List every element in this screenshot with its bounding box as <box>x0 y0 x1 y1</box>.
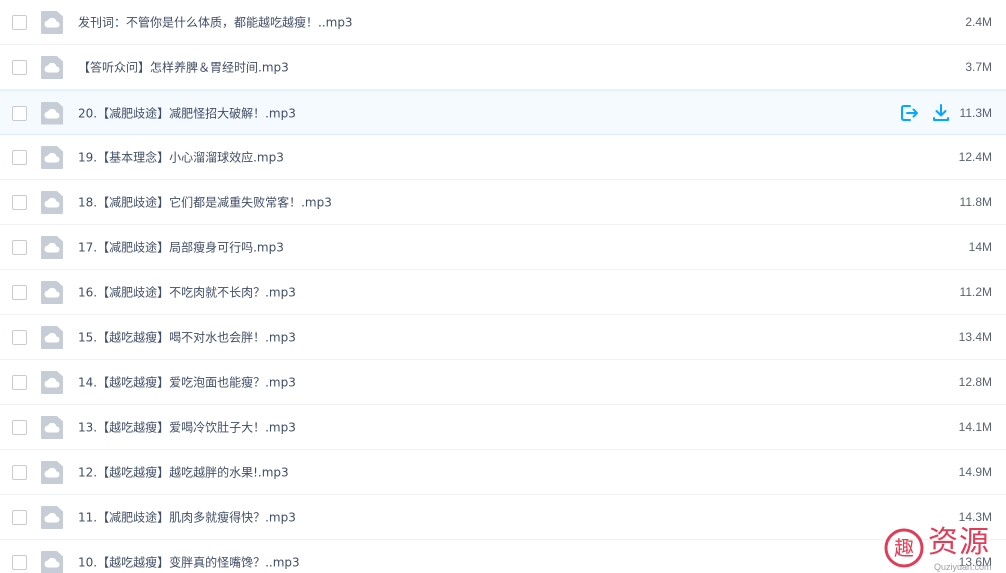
file-list: 发刊词：不管你是什么体质，都能越吃越瘦！..mp3 2.4M 【答听众问】怎样养… <box>0 0 1006 573</box>
file-name[interactable]: 19.【基本理念】小心溜溜球效应.mp3 <box>78 149 284 166</box>
row-checkbox[interactable] <box>12 330 27 345</box>
file-row[interactable]: 19.【基本理念】小心溜溜球效应.mp3 12.4M <box>0 135 1006 180</box>
file-size: 14.1M <box>958 420 992 434</box>
file-size: 11.8M <box>959 195 992 209</box>
row-checkbox[interactable] <box>12 195 27 210</box>
file-size: 14.3M <box>958 510 992 524</box>
row-checkbox[interactable] <box>12 15 27 30</box>
row-checkbox[interactable] <box>12 285 27 300</box>
row-checkbox[interactable] <box>12 60 27 75</box>
file-name[interactable]: 14.【越吃越瘦】爱吃泡面也能瘦？.mp3 <box>78 374 296 391</box>
audio-file-icon <box>41 416 63 439</box>
file-name[interactable]: 10.【越吃越瘦】变胖真的怪嘴馋？..mp3 <box>78 554 300 571</box>
watermark-logo-char: 趣 <box>894 536 914 560</box>
download-icon[interactable] <box>931 103 951 123</box>
file-row[interactable]: 16.【减肥歧途】不吃肉就不长肉？.mp3 11.2M <box>0 270 1006 315</box>
file-name[interactable]: 17.【减肥歧途】局部瘦身可行吗.mp3 <box>78 239 284 256</box>
file-size: 11.2M <box>959 285 992 299</box>
watermark: 趣 资源 Quziyuan.com <box>884 526 1006 573</box>
audio-file-icon <box>41 11 63 34</box>
file-size: 11.3M <box>959 105 992 120</box>
row-checkbox[interactable] <box>12 420 27 435</box>
file-row[interactable]: 15.【越吃越瘦】喝不对水也会胖！.mp3 13.4M <box>0 315 1006 360</box>
file-list-page: 发刊词：不管你是什么体质，都能越吃越瘦！..mp3 2.4M 【答听众问】怎样养… <box>0 0 1006 573</box>
file-row[interactable]: 17.【减肥歧途】局部瘦身可行吗.mp3 14M <box>0 225 1006 270</box>
row-checkbox[interactable] <box>12 105 27 121</box>
row-checkbox[interactable] <box>12 510 27 525</box>
file-row[interactable]: 14.【越吃越瘦】爱吃泡面也能瘦？.mp3 12.8M <box>0 360 1006 405</box>
file-size: 14M <box>968 240 992 254</box>
file-row-hovered[interactable]: 20.【减肥歧途】减肥怪招大破解！.mp3 11.3M <box>0 90 1006 135</box>
file-size: 13.4M <box>958 330 992 344</box>
watermark-logo-icon: 趣 <box>884 528 924 568</box>
file-name[interactable]: 11.【减肥歧途】肌肉多就瘦得快？.mp3 <box>78 509 296 526</box>
file-name[interactable]: 【答听众问】怎样养脾＆胃经时间.mp3 <box>78 59 289 76</box>
share-out-icon[interactable] <box>899 103 919 123</box>
audio-file-icon <box>41 461 63 484</box>
audio-file-icon <box>41 326 63 349</box>
audio-file-icon <box>41 371 63 394</box>
audio-file-icon <box>41 146 63 169</box>
audio-file-icon <box>41 281 63 304</box>
watermark-text: 资源 <box>928 525 990 560</box>
audio-file-icon <box>41 506 63 529</box>
audio-file-icon <box>41 551 63 573</box>
audio-file-icon <box>41 236 63 259</box>
row-checkbox[interactable] <box>12 555 27 570</box>
file-name[interactable]: 18.【减肥歧途】它们都是减重失败常客！.mp3 <box>78 194 332 211</box>
watermark-subtext: Quziyuan.com <box>934 562 992 572</box>
file-size: 12.4M <box>958 150 992 164</box>
file-name[interactable]: 13.【越吃越瘦】爱喝冷饮肚子大！.mp3 <box>78 419 296 436</box>
audio-file-icon <box>41 56 63 79</box>
file-name[interactable]: 16.【减肥歧途】不吃肉就不长肉？.mp3 <box>78 284 296 301</box>
row-checkbox[interactable] <box>12 465 27 480</box>
row-actions <box>899 103 963 123</box>
audio-file-icon <box>41 191 63 214</box>
file-size: 2.4M <box>965 15 992 29</box>
file-row[interactable]: 10.【越吃越瘦】变胖真的怪嘴馋？..mp3 13.6M <box>0 540 1006 573</box>
file-name[interactable]: 12.【越吃越瘦】越吃越胖的水果!.mp3 <box>78 464 289 481</box>
row-checkbox[interactable] <box>12 150 27 165</box>
file-name[interactable]: 15.【越吃越瘦】喝不对水也会胖！.mp3 <box>78 329 296 346</box>
file-name[interactable]: 发刊词：不管你是什么体质，都能越吃越瘦！..mp3 <box>78 14 353 31</box>
file-row[interactable]: 13.【越吃越瘦】爱喝冷饮肚子大！.mp3 14.1M <box>0 405 1006 450</box>
row-checkbox[interactable] <box>12 375 27 390</box>
file-size: 3.7M <box>965 60 992 74</box>
file-row[interactable]: 【答听众问】怎样养脾＆胃经时间.mp3 3.7M <box>0 45 1006 90</box>
audio-file-icon <box>41 101 63 125</box>
file-name[interactable]: 20.【减肥歧途】减肥怪招大破解！.mp3 <box>78 104 296 121</box>
row-checkbox[interactable] <box>12 240 27 255</box>
file-size: 12.8M <box>958 375 992 389</box>
file-row[interactable]: 11.【减肥歧途】肌肉多就瘦得快？.mp3 14.3M <box>0 495 1006 540</box>
file-row[interactable]: 18.【减肥歧途】它们都是减重失败常客！.mp3 11.8M <box>0 180 1006 225</box>
file-size: 14.9M <box>958 465 992 479</box>
file-row[interactable]: 12.【越吃越瘦】越吃越胖的水果!.mp3 14.9M <box>0 450 1006 495</box>
file-row[interactable]: 发刊词：不管你是什么体质，都能越吃越瘦！..mp3 2.4M <box>0 0 1006 45</box>
